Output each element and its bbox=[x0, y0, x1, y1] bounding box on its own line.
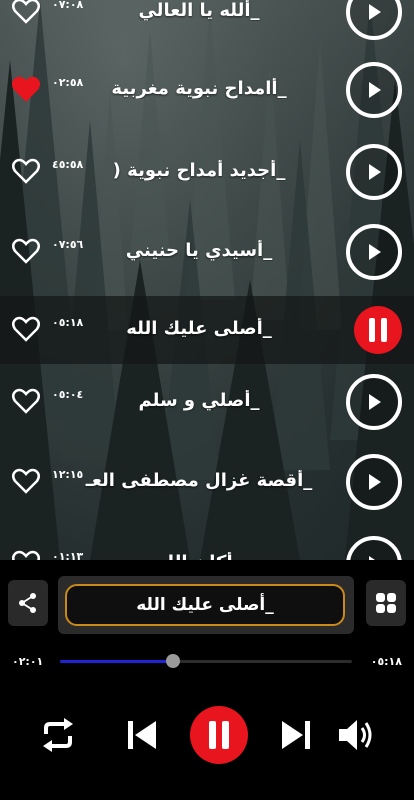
track-title: _أامداح نبوية مغربية bbox=[111, 78, 287, 99]
track-duration: ٤٥:٥٨ bbox=[52, 158, 84, 171]
skip-previous-icon bbox=[128, 721, 156, 749]
track-row[interactable]: ٠٧:٠٨ _ألله يا العالي bbox=[0, 0, 414, 46]
next-button[interactable] bbox=[276, 715, 316, 755]
heart-icon[interactable] bbox=[12, 238, 40, 264]
play-icon bbox=[369, 474, 381, 490]
previous-button[interactable] bbox=[122, 715, 162, 755]
seek-bar[interactable] bbox=[60, 654, 352, 668]
repeat-button[interactable] bbox=[38, 715, 78, 755]
track-title: _أجديد أمداح نبوية ( bbox=[112, 160, 286, 181]
play-icon bbox=[369, 4, 381, 20]
pause-icon bbox=[209, 721, 229, 749]
track-title: _أكان الله bbox=[84, 552, 314, 560]
track-play-button[interactable] bbox=[346, 536, 402, 560]
share-button[interactable] bbox=[8, 580, 48, 626]
track-play-button[interactable] bbox=[346, 144, 402, 200]
heart-icon[interactable] bbox=[12, 316, 40, 342]
track-pause-button[interactable] bbox=[354, 306, 402, 354]
track-row[interactable]: ٠٥:٠٤ _أصلي و سلم bbox=[0, 368, 414, 436]
volume-button[interactable] bbox=[336, 715, 376, 755]
grid-icon bbox=[376, 593, 396, 613]
track-play-button[interactable] bbox=[346, 374, 402, 430]
track-duration: ٠٧:٠٨ bbox=[52, 0, 84, 11]
track-duration: ١٢:١٥ bbox=[52, 468, 84, 481]
track-duration: ٠٥:٠٤ bbox=[52, 388, 84, 401]
total-time: ٠٥:١٨ bbox=[370, 655, 402, 668]
pause-icon bbox=[369, 318, 387, 342]
heart-icon[interactable] bbox=[12, 76, 40, 102]
track-row[interactable]: ٤٥:٥٨ _أجديد أمداح نبوية ( bbox=[0, 138, 414, 206]
track-title: _أصلى عليك الله bbox=[126, 318, 272, 339]
track-play-button[interactable] bbox=[346, 0, 402, 40]
track-title: _أقصة غزال مصطفى العـ bbox=[85, 470, 313, 491]
track-duration: ٠٧:٥٦ bbox=[52, 238, 84, 251]
heart-icon[interactable] bbox=[12, 388, 40, 414]
track-list: ٠٧:٠٨ _ألله يا العالي ٠٢:٥٨ _أامداح نبوية م… bbox=[0, 0, 414, 560]
grid-menu-button[interactable] bbox=[366, 580, 406, 626]
pause-button[interactable] bbox=[190, 706, 248, 764]
heart-icon[interactable] bbox=[12, 0, 40, 24]
player-panel: _أصلى عليك الله ٠٢:٠١ ٠٥:١٨ bbox=[0, 560, 414, 800]
track-duration: ٠١:١٣ bbox=[52, 550, 84, 560]
play-icon bbox=[369, 164, 381, 180]
heart-icon[interactable] bbox=[12, 158, 40, 184]
track-play-button[interactable] bbox=[346, 224, 402, 280]
track-row[interactable]: ٠٥:١٨ _أصلى عليك الله bbox=[0, 296, 414, 364]
seek-bar-progress bbox=[60, 660, 173, 663]
seek-bar-thumb[interactable] bbox=[165, 654, 180, 668]
track-row[interactable]: ٠٧:٥٦ _أسيدي يا حنيني bbox=[0, 218, 414, 286]
heart-icon[interactable] bbox=[12, 468, 40, 494]
volume-icon bbox=[339, 720, 372, 750]
elapsed-time: ٠٢:٠١ bbox=[12, 655, 44, 668]
track-duration: ٠٢:٥٨ bbox=[52, 76, 84, 89]
track-title: _أسيدي يا حنيني bbox=[125, 240, 273, 261]
now-playing-box: _أصلى عليك الله bbox=[58, 576, 354, 634]
track-duration: ٠٥:١٨ bbox=[52, 316, 84, 329]
heart-icon[interactable] bbox=[12, 550, 40, 560]
now-playing-title: _أصلى عليك الله bbox=[65, 584, 345, 626]
repeat-icon bbox=[43, 718, 73, 752]
track-play-button[interactable] bbox=[346, 62, 402, 118]
play-icon bbox=[369, 394, 381, 410]
track-row[interactable]: ١٢:١٥ _أقصة غزال مصطفى العـ bbox=[0, 448, 414, 516]
track-row[interactable]: ٠٢:٥٨ _أامداح نبوية مغربية bbox=[0, 56, 414, 124]
track-row[interactable]: ٠١:١٣_أكان الله bbox=[0, 530, 414, 560]
track-title: _أصلي و سلم bbox=[138, 390, 260, 411]
share-icon bbox=[19, 593, 36, 613]
play-icon bbox=[369, 244, 381, 260]
play-icon bbox=[369, 82, 381, 98]
track-play-button[interactable] bbox=[346, 454, 402, 510]
skip-next-icon bbox=[282, 721, 310, 749]
app-root: ٠٧:٠٨ _ألله يا العالي ٠٢:٥٨ _أامداح نبوية م… bbox=[0, 0, 414, 800]
track-title: _ألله يا العالي bbox=[138, 0, 260, 21]
